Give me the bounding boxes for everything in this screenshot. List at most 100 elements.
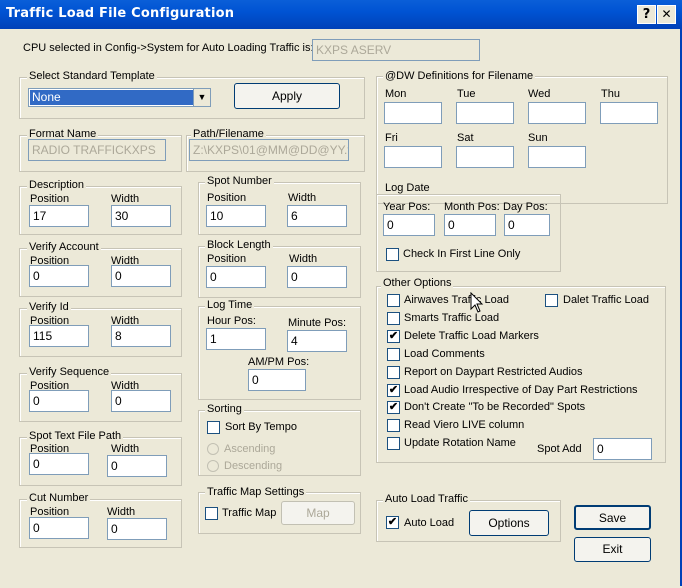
descending-label: Descending	[224, 460, 283, 472]
spot-number-group-title: Spot Number	[205, 175, 274, 187]
window-title: Traffic Load File Configuration	[6, 6, 235, 21]
map-button[interactable]: Map	[281, 501, 355, 525]
close-button[interactable]: ✕	[657, 5, 676, 24]
exit-button[interactable]: Exit	[574, 537, 651, 562]
cut-number-width-input[interactable]: 0	[107, 518, 167, 540]
position-label: Position	[30, 193, 70, 205]
spot-number-position-input[interactable]: 10	[206, 205, 266, 227]
verify-sequence-group-title: Verify Sequence	[27, 366, 112, 378]
smarts-traffic-load-checkbox[interactable]	[387, 311, 400, 325]
position-label: Position	[207, 192, 247, 204]
day-pos-input[interactable]: 0	[504, 214, 550, 236]
width-label: Width	[111, 193, 140, 205]
verify-account-position-input[interactable]: 0	[29, 265, 89, 287]
ampm-pos-label: AM/PM Pos:	[248, 356, 310, 368]
sat-input[interactable]	[456, 146, 514, 168]
cpu-field: KXPS ASERV	[312, 39, 480, 61]
report-daypart-restricted-label: Report on Daypart Restricted Audios	[404, 365, 583, 378]
load-comments-label: Load Comments	[404, 347, 485, 360]
check-first-line-checkbox[interactable]	[386, 248, 399, 261]
report-daypart-restricted-checkbox[interactable]	[387, 365, 400, 379]
day-pos-label: Day Pos:	[503, 201, 548, 213]
update-rotation-name-checkbox[interactable]	[387, 437, 400, 451]
help-button[interactable]: ?	[637, 5, 656, 24]
verify-account-group-title: Verify Account	[27, 241, 101, 253]
apply-button[interactable]: Apply	[234, 83, 340, 109]
read-viero-live-checkbox[interactable]	[387, 419, 400, 433]
block-length-width-input[interactable]: 0	[287, 266, 347, 288]
spot-add-label: Spot Add	[537, 443, 582, 455]
dalet-traffic-load-checkbox[interactable]	[545, 294, 558, 307]
sun-label: Sun	[528, 132, 548, 144]
dw-group-title: @DW Definitions for Filename	[383, 70, 536, 82]
path-field: Z:\KXPS\01@MM@DD@YY.tlf	[189, 139, 349, 161]
dalet-traffic-load-label: Dalet Traffic Load	[563, 294, 650, 306]
save-button[interactable]: Save	[574, 505, 651, 530]
sun-input[interactable]	[528, 146, 586, 168]
ampm-pos-input[interactable]: 0	[248, 369, 306, 391]
sort-by-tempo-checkbox[interactable]	[207, 421, 220, 434]
hour-pos-label: Hour Pos:	[207, 315, 256, 327]
traffic-map-checkbox[interactable]	[205, 507, 218, 520]
ascending-label: Ascending	[224, 443, 276, 455]
tue-input[interactable]	[456, 102, 514, 124]
title-bar: Traffic Load File Configuration ? ✕	[0, 0, 682, 29]
dont-create-to-be-recorded-checkbox[interactable]: ✔	[387, 401, 400, 415]
auto-load-checkbox[interactable]: ✔	[386, 516, 399, 529]
format-field: RADIO TRAFFICKXPS	[28, 139, 166, 161]
cpu-label: CPU selected in Config->System for Auto …	[23, 42, 314, 54]
spot-text-width-input[interactable]: 0	[107, 455, 167, 477]
delete-traffic-load-markers-checkbox[interactable]: ✔	[387, 329, 400, 343]
month-pos-label: Month Pos:	[444, 201, 500, 213]
thu-label: Thu	[601, 88, 620, 100]
chevron-down-icon[interactable]: ▼	[193, 89, 210, 106]
spot-add-input[interactable]: 0	[593, 438, 652, 460]
wed-input[interactable]	[528, 102, 586, 124]
template-selected-value: None	[30, 90, 194, 105]
month-pos-input[interactable]: 0	[444, 214, 496, 236]
year-pos-input[interactable]: 0	[383, 214, 435, 236]
verify-id-width-input[interactable]: 8	[111, 325, 171, 347]
width-label: Width	[111, 443, 140, 455]
cut-number-group-title: Cut Number	[27, 492, 91, 504]
mon-label: Mon	[385, 88, 407, 100]
year-pos-label: Year Pos:	[383, 201, 431, 213]
mon-input[interactable]	[384, 102, 442, 124]
template-group-title: Select Standard Template	[27, 70, 157, 82]
minute-pos-label: Minute Pos:	[288, 317, 347, 329]
update-rotation-name-label: Update Rotation Name	[404, 437, 516, 450]
description-position-input[interactable]: 17	[29, 205, 89, 227]
cut-number-position-input[interactable]: 0	[29, 517, 89, 539]
thu-input[interactable]	[600, 102, 658, 124]
delete-traffic-load-markers-label: Delete Traffic Load Markers	[404, 329, 539, 342]
load-audio-irrespective-checkbox[interactable]: ✔	[387, 383, 400, 397]
spot-number-width-input[interactable]: 6	[287, 205, 347, 227]
verify-id-group-title: Verify Id	[27, 301, 71, 313]
airwaves-traffic-load-label: Airwaves Traffic Load	[404, 294, 509, 306]
verify-sequence-width-input[interactable]: 0	[111, 390, 171, 412]
mouse-cursor-icon	[470, 292, 484, 313]
log-time-group-title: Log Time	[205, 299, 255, 311]
verify-id-position-input[interactable]: 115	[29, 325, 89, 347]
descending-radio	[207, 460, 219, 472]
airwaves-traffic-load-checkbox[interactable]	[387, 294, 400, 307]
minute-pos-input[interactable]: 4	[287, 330, 347, 352]
dialog-body: CPU selected in Config->System for Auto …	[0, 29, 682, 586]
description-width-input[interactable]: 30	[111, 205, 171, 227]
block-length-position-input[interactable]: 0	[206, 266, 266, 288]
load-audio-irrespective-label: Load Audio Irrespective of Day Part Rest…	[404, 383, 638, 396]
hour-pos-input[interactable]: 1	[206, 328, 266, 350]
load-comments-checkbox[interactable]	[387, 347, 400, 361]
verify-sequence-position-input[interactable]: 0	[29, 390, 89, 412]
traffic-map-group-title: Traffic Map Settings	[205, 486, 307, 498]
spot-text-position-input[interactable]: 0	[29, 453, 89, 475]
check-first-line-label: Check In First Line Only	[403, 248, 521, 260]
width-label: Width	[289, 253, 318, 265]
fri-input[interactable]	[384, 146, 442, 168]
template-select[interactable]: None ▼	[28, 88, 211, 107]
width-label: Width	[107, 506, 136, 518]
options-button[interactable]: Options	[469, 510, 549, 536]
block-length-group-title: Block Length	[205, 239, 273, 251]
spot-text-group-title: Spot Text File Path	[27, 430, 124, 442]
verify-account-width-input[interactable]: 0	[111, 265, 171, 287]
